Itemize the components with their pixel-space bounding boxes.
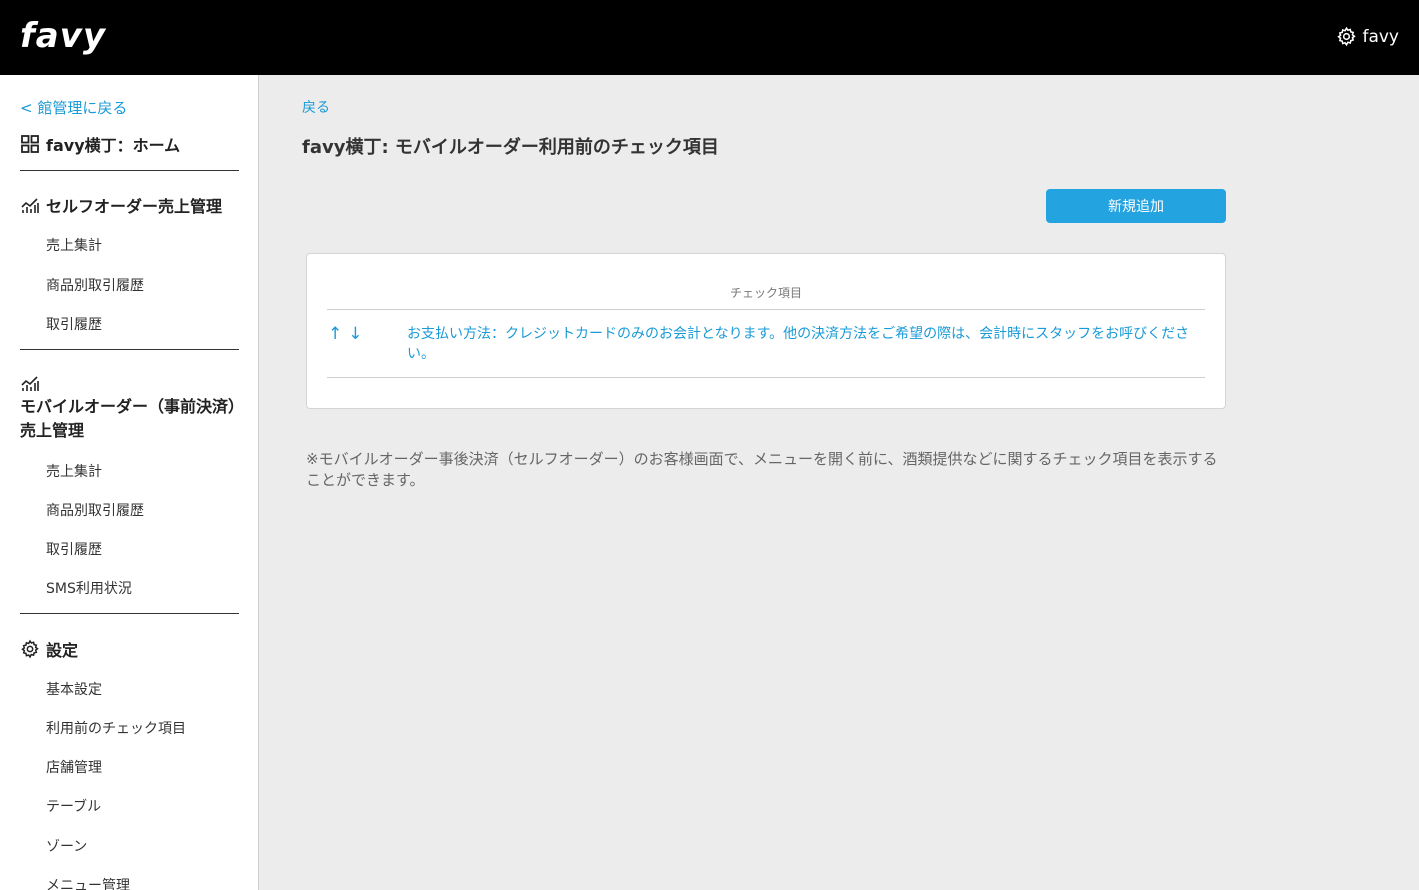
sidebar-item-zones[interactable]: ゾーン xyxy=(46,836,87,856)
add-new-button[interactable]: 新規追加 xyxy=(1046,189,1226,223)
self-order-section-title: セルフオーダー売上管理 xyxy=(20,193,222,217)
main-content: 戻る favy横丁: モバイルオーダー利用前のチェック項目 新規追加 チェック項… xyxy=(260,75,1419,890)
column-header-check-item: チェック項目 xyxy=(729,286,802,300)
self-order-title: セルフオーダー売上管理 xyxy=(46,197,223,216)
sidebar-divider xyxy=(20,349,239,350)
back-to-venue-link[interactable]: < 館管理に戻る xyxy=(20,97,127,118)
page-title: favy横丁: モバイルオーダー利用前のチェック項目 xyxy=(302,137,719,158)
gear-icon xyxy=(1337,26,1357,47)
sidebar-item-store-management[interactable]: 店舗管理 xyxy=(46,757,102,777)
sidebar-item-basic-settings[interactable]: 基本設定 xyxy=(46,679,102,699)
sidebar-item-self-sales-summary[interactable]: 売上集計 xyxy=(46,235,102,255)
back-link[interactable]: 戻る xyxy=(302,97,330,117)
settings-title: 設定 xyxy=(46,641,79,660)
sidebar-item-mobile-sales-summary[interactable]: 売上集計 xyxy=(46,461,102,481)
sidebar-item-mobile-product-history[interactable]: 商品別取引履歴 xyxy=(46,500,144,520)
move-down-arrow-icon[interactable]: ↓ xyxy=(348,324,362,344)
table-header-divider xyxy=(327,309,1205,310)
sidebar-divider xyxy=(20,613,239,614)
sidebar-home-label: favy横丁：ホーム xyxy=(46,136,181,155)
help-note: ※モバイルオーダー事後決済（セルフオーダー）のお客様画面で、メニューを開く前に、… xyxy=(306,450,1218,489)
sidebar-item-self-transaction-history[interactable]: 取引履歴 xyxy=(46,314,102,334)
sidebar-item-sms-usage[interactable]: SMS利用状況 xyxy=(46,578,132,598)
table-row-divider xyxy=(327,377,1205,378)
move-up-arrow-icon[interactable]: ↑ xyxy=(328,324,342,344)
chart-icon xyxy=(21,376,39,391)
check-item-text-link[interactable]: お支払い方法：クレジットカードのみのお会計となります。他の決済方法をご希望の際は… xyxy=(407,324,1197,364)
chart-icon xyxy=(21,198,39,213)
top-bar: favy favy xyxy=(0,0,1419,75)
sidebar-item-menu-management[interactable]: メニュー管理 xyxy=(46,875,130,890)
sidebar-home-link[interactable]: favy横丁：ホーム xyxy=(20,132,180,156)
grid-icon xyxy=(21,135,39,153)
gear-icon xyxy=(21,639,39,659)
settings-section-title: 設定 xyxy=(20,637,78,661)
sidebar-item-self-product-history[interactable]: 商品別取引履歴 xyxy=(46,275,144,295)
sidebar: < 館管理に戻る favy横丁：ホーム セルフオーダー売上管理 売上集計 商品別… xyxy=(0,75,259,890)
sidebar-divider xyxy=(20,170,239,171)
sidebar-item-pre-use-checks[interactable]: 利用前のチェック項目 xyxy=(46,718,186,738)
account-label: favy xyxy=(1362,26,1399,47)
sidebar-item-mobile-transaction-history[interactable]: 取引履歴 xyxy=(46,539,102,559)
check-items-table: チェック項目 ↑ ↓ お支払い方法：クレジットカードのみのお会計となります。他の… xyxy=(306,253,1226,409)
favy-logo[interactable]: favy xyxy=(20,16,106,56)
account-menu[interactable]: favy xyxy=(1336,26,1399,47)
mobile-order-section-title: モバイルオーダー（事前決済）売上管理 xyxy=(20,373,250,443)
mobile-order-title: モバイルオーダー（事前決済）売上管理 xyxy=(20,397,245,440)
table-row-reorder-controls: ↑ ↓ xyxy=(328,324,363,344)
sidebar-item-tables[interactable]: テーブル xyxy=(46,796,101,816)
